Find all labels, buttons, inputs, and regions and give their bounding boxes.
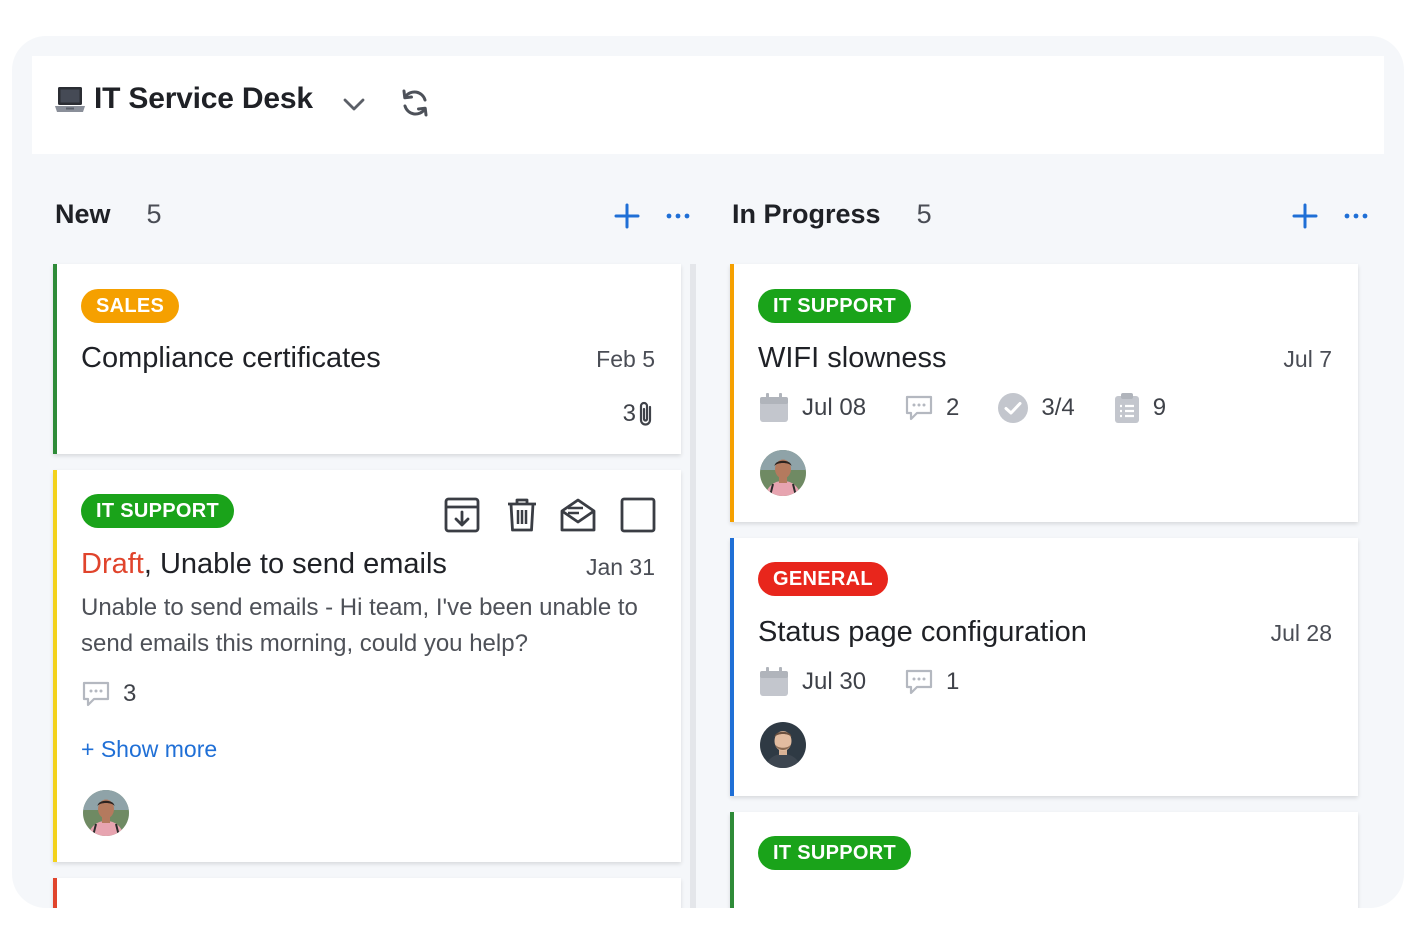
tag-it-support[interactable]: IT SUPPORT bbox=[758, 836, 912, 870]
column-title: In Progress bbox=[732, 198, 881, 229]
avatar[interactable] bbox=[760, 722, 806, 768]
card-date: Jan 31 bbox=[585, 554, 655, 580]
tag-sales[interactable]: SALES bbox=[81, 289, 180, 323]
comment-icon bbox=[905, 669, 933, 695]
comments-value: 1 bbox=[946, 668, 960, 695]
card-date: Jul 7 bbox=[1283, 346, 1332, 372]
due-date-value: Jul 08 bbox=[802, 394, 867, 421]
column-count: 5 bbox=[146, 198, 162, 229]
tag-it-support[interactable]: IT SUPPORT bbox=[81, 494, 235, 528]
board-frame: IT Service Desk New 5 In Progress 5 SALE… bbox=[12, 36, 1404, 908]
refresh-icon[interactable] bbox=[398, 86, 432, 120]
comments-count: 3 bbox=[81, 680, 136, 708]
card-unable-to-send-emails[interactable]: IT SUPPORT Draft, Unable to send emails … bbox=[53, 470, 681, 862]
card-title[interactable]: WIFI slowness bbox=[758, 342, 947, 375]
card-meta: Jul 30 1 bbox=[758, 666, 997, 698]
draft-label: Draft bbox=[81, 548, 144, 580]
board-header: IT Service Desk bbox=[32, 56, 1384, 154]
card-meta: 3 bbox=[81, 680, 174, 708]
trash-icon[interactable] bbox=[503, 496, 541, 534]
due-date-value: Jul 30 bbox=[802, 668, 867, 695]
archive-icon[interactable] bbox=[443, 496, 481, 534]
card-date: Jul 28 bbox=[1270, 620, 1332, 646]
task-count-value: 9 bbox=[1152, 394, 1167, 421]
avatar[interactable] bbox=[83, 790, 129, 836]
card-color-bar bbox=[53, 264, 57, 454]
card-title[interactable]: Draft, Unable to send emails bbox=[81, 548, 447, 581]
card-meta: Jul 08 2 3/4 9 bbox=[758, 392, 1204, 424]
clipboard-icon bbox=[1114, 393, 1139, 423]
card-color-bar bbox=[730, 812, 734, 908]
column-more-icon[interactable] bbox=[1342, 202, 1370, 230]
card-title-text: Unable to send emails bbox=[159, 548, 447, 580]
card-color-bar bbox=[53, 878, 57, 908]
card-color-bar bbox=[730, 538, 734, 796]
tag-general[interactable]: GENERAL bbox=[758, 562, 888, 596]
board-title-group: IT Service Desk bbox=[54, 82, 313, 116]
card-title[interactable]: Compliance certificates bbox=[81, 342, 381, 375]
tag-it-support[interactable]: IT SUPPORT bbox=[758, 289, 912, 323]
card-color-bar bbox=[53, 470, 57, 862]
comments-count: 1 bbox=[904, 668, 959, 696]
column-title: New bbox=[55, 198, 111, 229]
column-divider-scrollbar[interactable] bbox=[690, 264, 696, 908]
show-more-link[interactable]: + Show more bbox=[81, 736, 217, 763]
card-color-bar bbox=[730, 264, 734, 522]
avatar[interactable] bbox=[760, 450, 806, 496]
attachments-count-value: 3 bbox=[622, 400, 636, 427]
add-card-plus-icon[interactable] bbox=[613, 202, 641, 230]
checklist-value: 3/4 bbox=[1041, 394, 1075, 421]
card-peek-it-support[interactable]: IT SUPPORT bbox=[730, 812, 1358, 908]
column-count: 5 bbox=[916, 198, 932, 229]
card-wifi-slowness[interactable]: IT SUPPORT WIFI slowness Jul 7 Jul 08 2 bbox=[730, 264, 1358, 522]
due-date: Jul 30 bbox=[758, 666, 866, 698]
laptop-icon bbox=[55, 87, 85, 112]
comments-value: 3 bbox=[123, 680, 137, 707]
calendar-icon bbox=[760, 393, 788, 422]
card-status-page-configuration[interactable]: GENERAL Status page configuration Jul 28… bbox=[730, 538, 1358, 796]
comments-value: 2 bbox=[946, 394, 960, 421]
add-card-plus-icon[interactable] bbox=[1291, 202, 1319, 230]
due-date: Jul 08 bbox=[758, 392, 866, 424]
checkbox-icon[interactable] bbox=[619, 496, 657, 534]
comment-icon bbox=[82, 681, 110, 707]
chevron-down-icon[interactable] bbox=[340, 90, 368, 118]
check-circle-icon bbox=[998, 393, 1029, 423]
task-count: 9 bbox=[1113, 392, 1166, 424]
open-mail-icon[interactable] bbox=[559, 496, 597, 534]
paperclip-icon bbox=[639, 401, 652, 426]
column-header-in-progress: In Progress 5 bbox=[732, 194, 932, 234]
column-more-icon[interactable] bbox=[664, 202, 692, 230]
comments-count: 2 bbox=[904, 394, 959, 422]
checklist-progress: 3/4 bbox=[997, 392, 1075, 424]
card-title[interactable]: Status page configuration bbox=[758, 616, 1087, 649]
title-separator: , bbox=[143, 548, 160, 580]
board-title: IT Service Desk bbox=[94, 82, 313, 115]
column-header-new: New 5 bbox=[55, 194, 162, 234]
card-compliance-certificates[interactable]: SALES Compliance certificates Feb 5 3 bbox=[53, 264, 681, 454]
comment-icon bbox=[905, 395, 933, 421]
attachments-count: 3 bbox=[623, 400, 655, 428]
card-description: Unable to send emails - Hi team, I've be… bbox=[81, 594, 638, 657]
calendar-icon bbox=[760, 667, 788, 696]
card-date: Feb 5 bbox=[596, 346, 655, 372]
card-peek[interactable] bbox=[53, 878, 681, 908]
